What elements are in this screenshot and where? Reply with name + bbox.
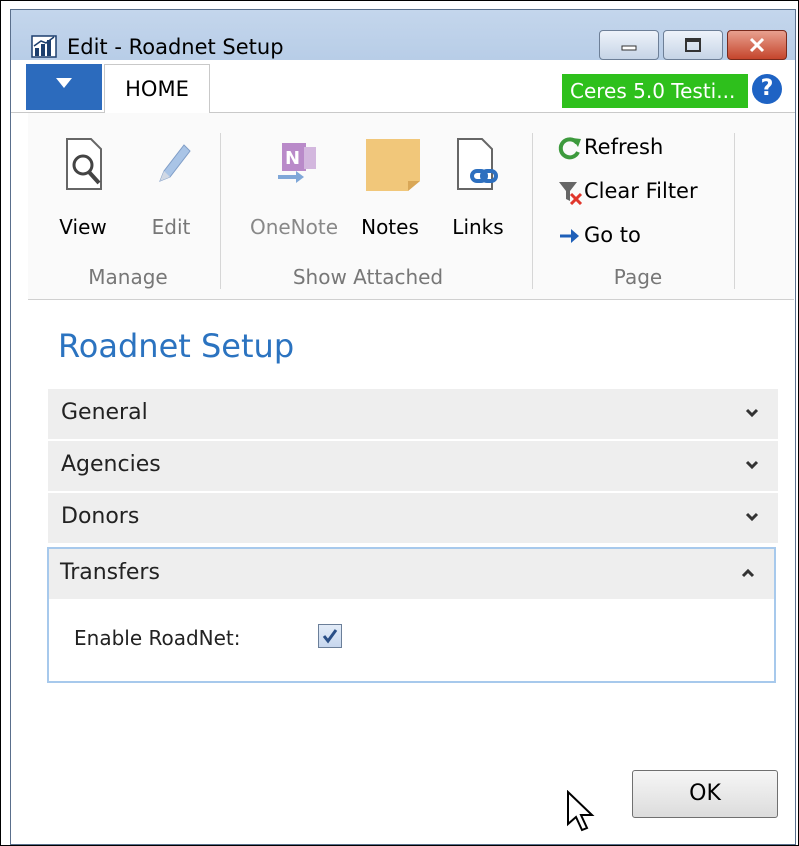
link-document-icon <box>457 138 498 190</box>
group-separator <box>734 133 735 289</box>
minimize-button[interactable] <box>599 30 659 60</box>
manage-group-label: Manage <box>88 265 168 289</box>
refresh-label: Refresh <box>584 135 664 159</box>
enable-roadnet-checkbox[interactable] <box>318 624 342 648</box>
ribbon: View Edit Manage N OneNote Notes Links S… <box>28 113 794 300</box>
maximize-icon <box>685 38 701 52</box>
chevron-up-icon <box>741 568 755 578</box>
company-badge[interactable]: Ceres 5.0 Testi... <box>562 74 748 108</box>
arrow-right-icon <box>560 229 579 243</box>
chevron-down-icon <box>745 408 759 418</box>
fasttab-donors[interactable]: Donors <box>48 493 778 543</box>
app-menu-dropdown-button[interactable] <box>26 64 102 110</box>
fasttab-general[interactable]: General <box>48 389 778 439</box>
group-separator <box>532 133 533 289</box>
help-icon[interactable]: ? <box>752 74 782 104</box>
fasttab-label: Transfers <box>60 560 160 585</box>
view-document-icon <box>66 138 102 190</box>
svg-text:N: N <box>285 148 300 169</box>
onenote-button[interactable]: N OneNote <box>244 133 344 243</box>
fasttab-agencies[interactable]: Agencies <box>48 441 778 491</box>
edit-button[interactable]: Edit <box>136 133 206 243</box>
sticky-note-icon <box>366 139 420 191</box>
minimize-icon <box>621 45 637 51</box>
view-label: View <box>59 215 107 239</box>
fasttab-transfers[interactable]: Transfers <box>49 549 774 599</box>
mouse-pointer-icon <box>567 790 595 832</box>
caret-down-icon <box>56 78 72 88</box>
chevron-down-icon <box>745 512 759 522</box>
maximize-button[interactable] <box>663 30 723 60</box>
refresh-icon <box>558 137 581 160</box>
view-button[interactable]: View <box>48 133 118 243</box>
refresh-button[interactable]: Refresh <box>556 135 663 161</box>
page-group-label: Page <box>613 265 663 289</box>
group-separator <box>220 133 221 289</box>
onenote-icon: N <box>278 143 316 183</box>
go-to-button[interactable]: Go to <box>556 223 641 249</box>
onenote-label: OneNote <box>249 215 339 239</box>
clear-filter-button[interactable]: Clear Filter <box>556 179 698 205</box>
show-attached-group-label: Show Attached <box>292 265 444 289</box>
enable-roadnet-label: Enable RoadNet: <box>74 626 241 650</box>
close-button[interactable] <box>727 30 787 60</box>
go-to-label: Go to <box>584 223 641 247</box>
clear-filter-icon <box>559 182 583 205</box>
ok-button[interactable]: OK <box>632 770 778 818</box>
clear-filter-label: Clear Filter <box>584 179 698 203</box>
fasttab-label: Agencies <box>61 452 161 477</box>
chevron-down-icon <box>745 460 759 470</box>
page-title: Roadnet Setup <box>58 327 295 365</box>
notes-label: Notes <box>361 215 419 239</box>
window-title: Edit - Roadnet Setup <box>67 35 284 59</box>
tab-home[interactable]: HOME <box>104 64 210 114</box>
app-chart-icon <box>31 35 57 58</box>
fasttab-label: General <box>61 400 148 425</box>
links-button[interactable]: Links <box>442 133 514 243</box>
close-icon <box>749 37 765 53</box>
links-label: Links <box>452 215 504 239</box>
checkmark-icon <box>322 629 338 644</box>
fasttab-label: Donors <box>61 504 140 529</box>
edit-label: Edit <box>151 215 191 239</box>
notes-button[interactable]: Notes <box>350 133 430 243</box>
pencil-icon <box>159 144 191 182</box>
